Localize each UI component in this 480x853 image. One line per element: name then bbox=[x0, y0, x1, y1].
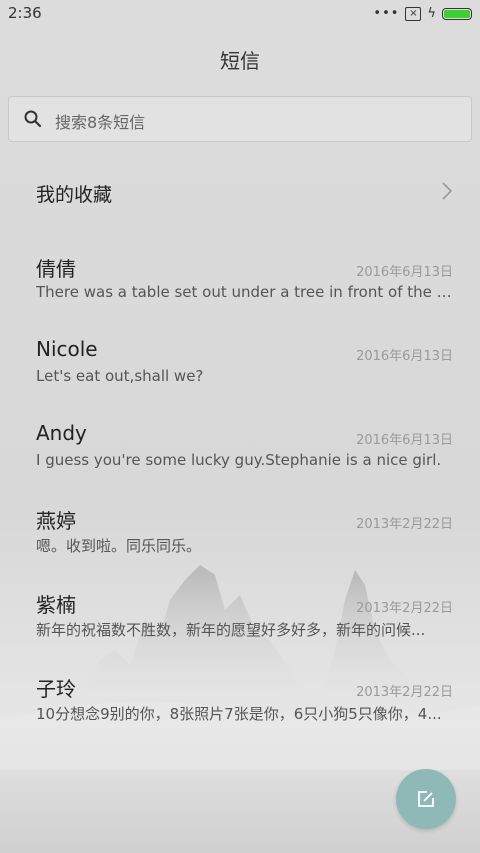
status-icons: ••• × ϟ bbox=[373, 6, 472, 21]
message-preview: 嗯。收到啦。同乐同乐。 bbox=[36, 537, 202, 555]
contact-name: 子玲 bbox=[36, 677, 76, 701]
chevron-right-icon bbox=[442, 182, 453, 200]
favorites-row[interactable]: 我的收藏 bbox=[0, 160, 480, 224]
message-preview: 新年的祝福数不胜数，新年的愿望好多好多，新年的问候... bbox=[36, 621, 426, 639]
compose-button[interactable] bbox=[396, 769, 456, 829]
status-time: 2:36 bbox=[8, 4, 42, 22]
message-preview: There was a table set out under a tree i… bbox=[36, 283, 456, 301]
compose-icon bbox=[418, 791, 434, 807]
status-bar: 2:36 ••• × ϟ bbox=[0, 0, 480, 26]
contact-name: Nicole bbox=[36, 337, 98, 361]
message-preview: I guess you're some lucky guy.Stephanie … bbox=[36, 451, 442, 469]
contact-name: Andy bbox=[36, 421, 87, 445]
message-date: 2016年6月13日 bbox=[356, 265, 453, 280]
page-title: 短信 bbox=[220, 49, 260, 73]
conversation-item[interactable]: Andy 2016年6月13日 I guess you're some luck… bbox=[0, 421, 480, 505]
message-date: 2013年2月22日 bbox=[356, 685, 453, 700]
search-icon bbox=[24, 110, 42, 128]
message-date: 2016年6月13日 bbox=[356, 349, 453, 364]
charging-icon: ϟ bbox=[427, 6, 436, 21]
battery-icon bbox=[442, 7, 472, 20]
message-preview: Let's eat out,shall we? bbox=[36, 367, 204, 385]
search-input[interactable]: 搜索8条短信 bbox=[55, 109, 145, 133]
sim-icon: × bbox=[405, 6, 422, 21]
message-date: 2016年6月13日 bbox=[356, 433, 453, 448]
conversation-item[interactable]: 燕婷 2013年2月22日 嗯。收到啦。同乐同乐。 bbox=[0, 505, 480, 589]
message-preview: 10分想念9别的你，8张照片7张是你，6只小狗5只像你，4... bbox=[36, 705, 442, 723]
message-date: 2013年2月22日 bbox=[356, 601, 453, 616]
contact-name: 倩倩 bbox=[36, 257, 76, 281]
conversation-item[interactable]: 紫楠 2013年2月22日 新年的祝福数不胜数，新年的愿望好多好多，新年的问候.… bbox=[0, 589, 480, 673]
contact-name: 燕婷 bbox=[36, 509, 76, 533]
message-date: 2013年2月22日 bbox=[356, 517, 453, 532]
signal-dots-icon: ••• bbox=[373, 6, 400, 21]
search-bar[interactable]: 搜索8条短信 bbox=[8, 96, 472, 142]
conversation-item[interactable]: 子玲 2013年2月22日 10分想念9别的你，8张照片7张是你，6只小狗5只像… bbox=[0, 673, 480, 757]
contact-name: 紫楠 bbox=[36, 593, 76, 617]
favorites-label: 我的收藏 bbox=[36, 184, 113, 206]
conversation-item[interactable]: Nicole 2016年6月13日 Let's eat out,shall we… bbox=[0, 337, 480, 421]
conversation-item[interactable]: 倩倩 2016年6月13日 There was a table set out … bbox=[0, 253, 480, 337]
